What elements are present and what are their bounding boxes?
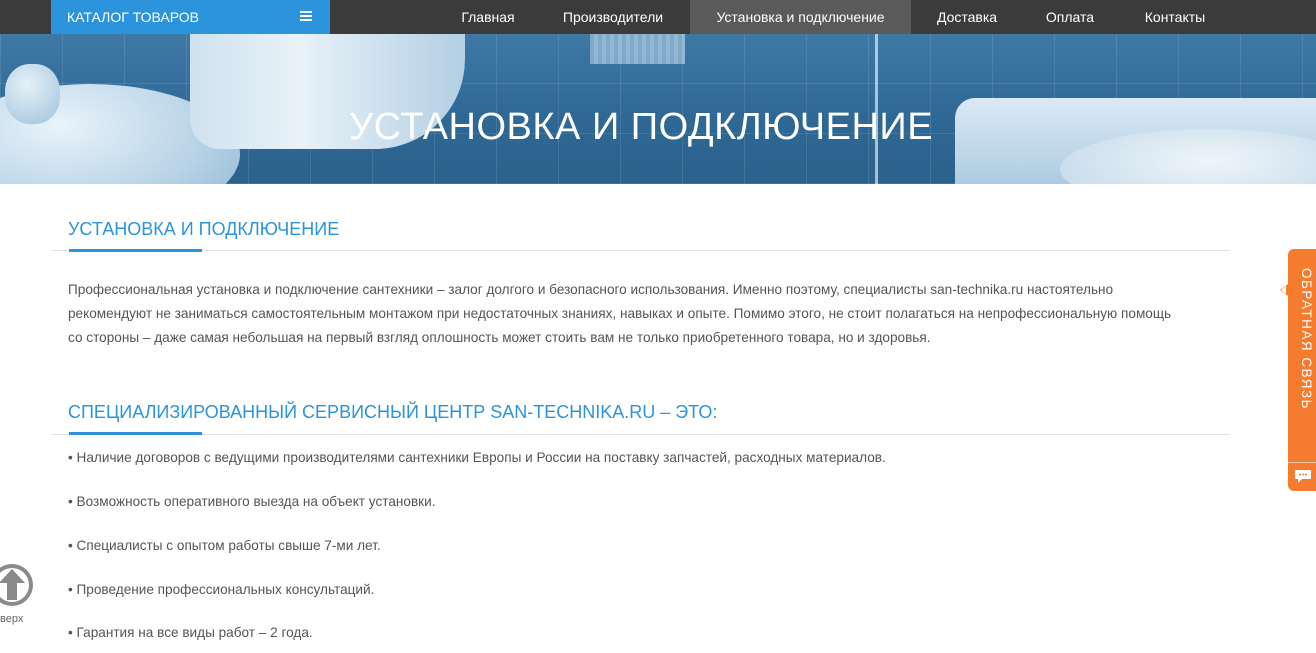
heading-accent-line	[69, 249, 202, 252]
nav-item-contacts[interactable]: Контакты	[1125, 0, 1225, 34]
nav-item-home[interactable]: Главная	[443, 0, 533, 34]
top-navigation-bar: КАТАЛОГ ТОВАРОВ Главная Производители Ус…	[0, 0, 1316, 34]
heading-divider	[51, 250, 1231, 251]
feedback-label[interactable]: ОБРАТНАЯ СВЯЗЬ	[1290, 268, 1314, 418]
hero-title: УСТАНОВКА И ПОДКЛЮЧЕНИЕ	[348, 106, 934, 148]
back-to-top-label[interactable]: верх	[0, 613, 23, 625]
nav-item-installation[interactable]: Установка и подключение	[690, 0, 911, 34]
list-item: • Проведение профессиональных консультац…	[68, 582, 375, 597]
feedback-arrow-inner	[1281, 286, 1286, 294]
hero-towel-image	[590, 34, 685, 64]
nav-item-manufacturers[interactable]: Производители	[548, 0, 678, 34]
list-item: • Специалисты с опытом работы свыше 7-ми…	[68, 538, 381, 553]
nav-item-delivery[interactable]: Доставка	[922, 0, 1012, 34]
page-heading: УСТАНОВКА И ПОДКЛЮЧЕНИЕ	[68, 219, 340, 239]
hero-banner: УСТАНОВКА И ПОДКЛЮЧЕНИЕ	[0, 34, 1316, 184]
service-heading: СПЕЦИАЛИЗИРОВАННЫЙ СЕРВИСНЫЙ ЦЕНТР SAN-T…	[68, 402, 718, 422]
catalog-button[interactable]: КАТАЛОГ ТОВАРОВ	[51, 0, 330, 34]
list-item: • Гарантия на все виды работ – 2 года.	[68, 625, 313, 640]
nav-item-payment[interactable]: Оплата	[1030, 0, 1110, 34]
chat-bubble-icon[interactable]	[1294, 469, 1312, 484]
feedback-divider	[1288, 462, 1316, 463]
service-heading-divider	[51, 434, 1231, 435]
catalog-button-label: КАТАЛОГ ТОВАРОВ	[67, 9, 199, 25]
list-item: • Наличие договоров с ведущими производи…	[68, 450, 886, 465]
list-item: • Возможность оперативного выезда на объ…	[68, 494, 436, 509]
arrow-up-circle-icon[interactable]	[0, 562, 34, 608]
service-heading-accent-line	[69, 432, 202, 435]
intro-paragraph: Профессиональная установка и подключение…	[68, 282, 1172, 345]
hamburger-icon	[300, 11, 312, 21]
